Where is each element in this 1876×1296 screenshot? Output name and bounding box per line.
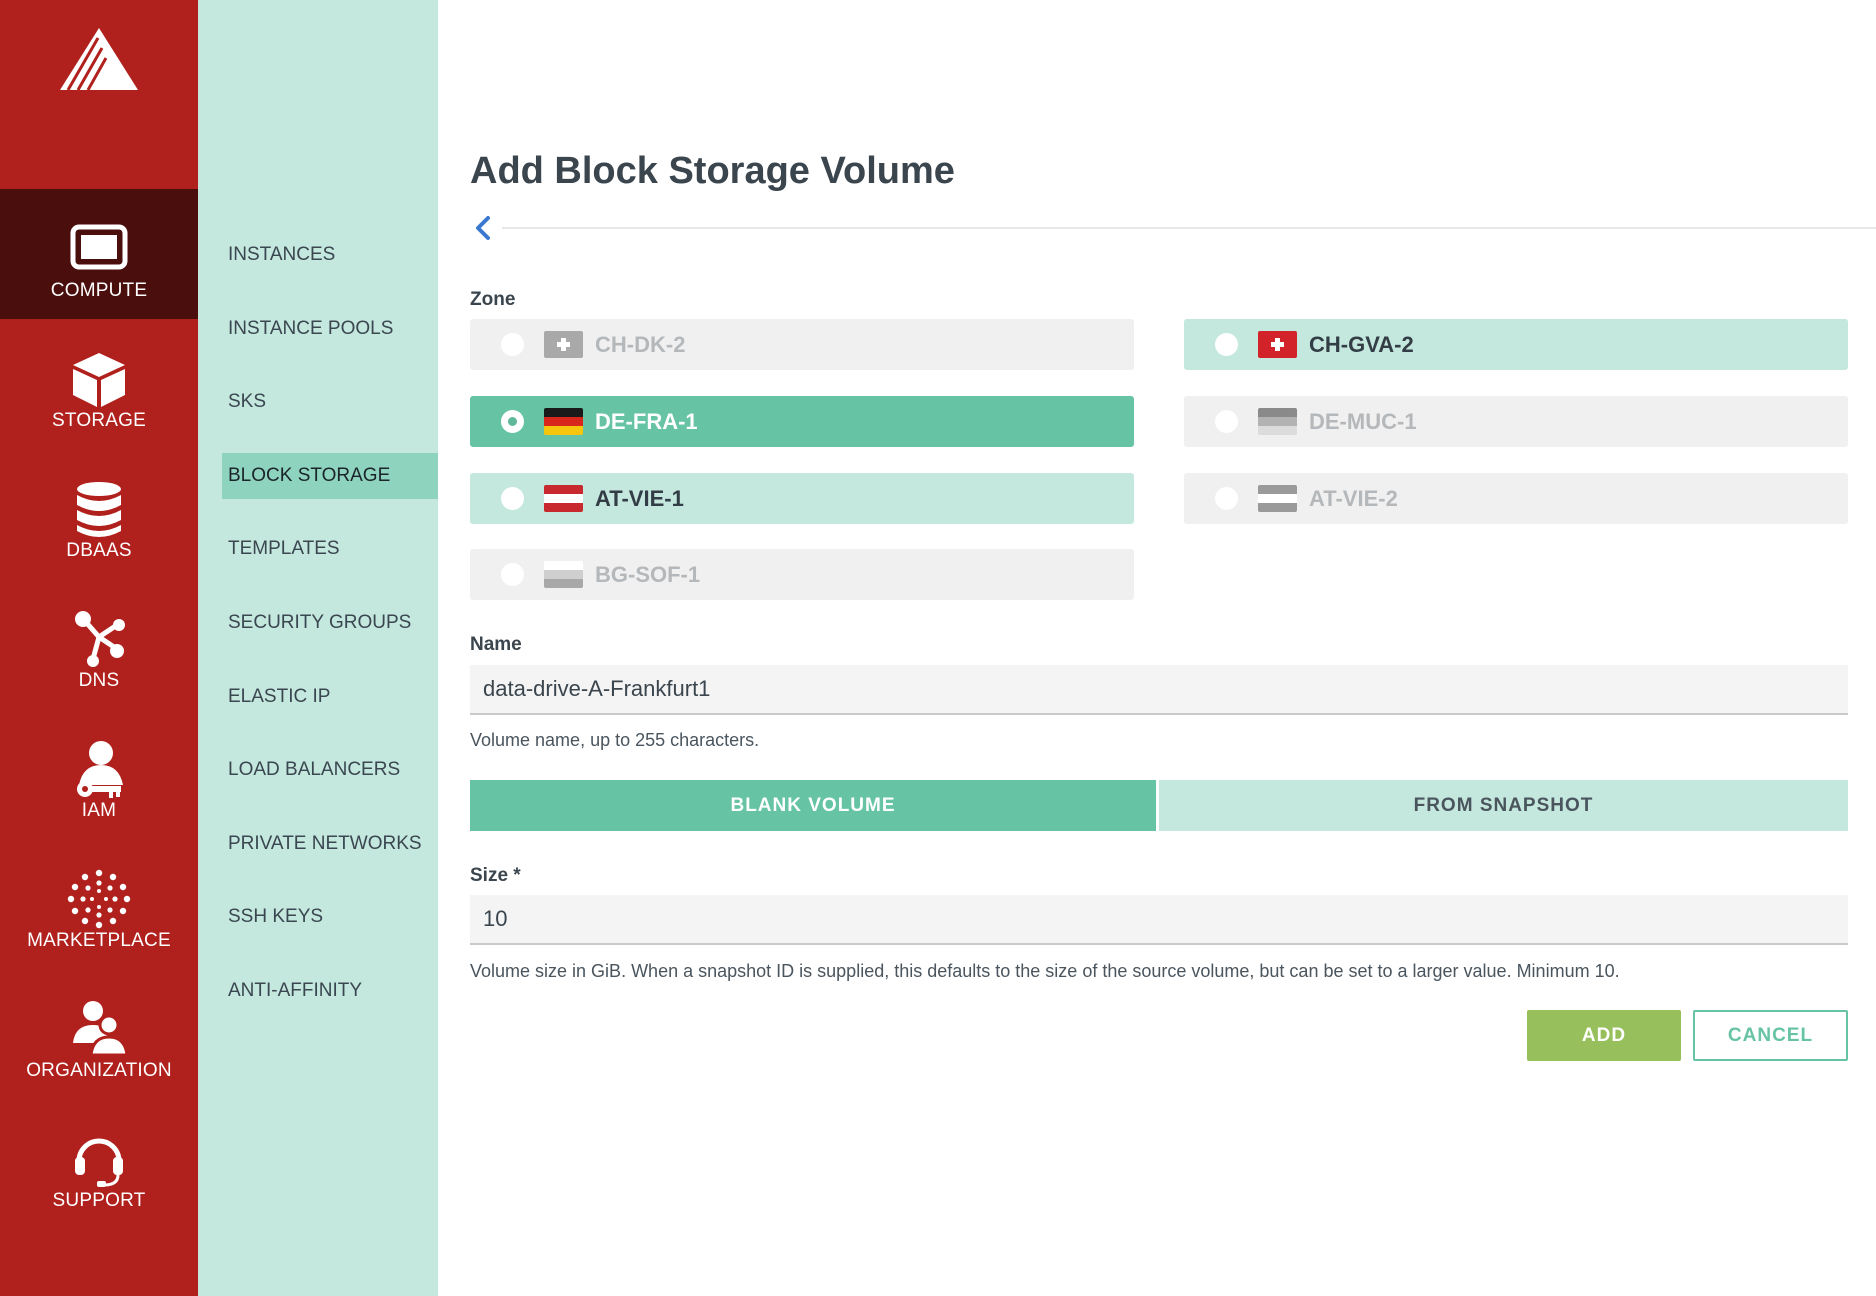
zone-option-at-vie-2: AT-VIE-2 (1184, 473, 1848, 524)
zone-radio-selected[interactable] (501, 410, 524, 433)
cube-icon (73, 353, 125, 407)
zone-name: BG-SOF-1 (595, 562, 701, 587)
zone-option-ch-gva-2[interactable]: CH-GVA-2 (1184, 319, 1848, 370)
database-icon (77, 482, 121, 537)
name-help-text: Volume name, up to 255 characters. (470, 730, 760, 750)
user-key-icon (77, 741, 123, 798)
rail-item-support[interactable]: SUPPORT (0, 1099, 198, 1229)
rail-item-label: STORAGE (52, 410, 146, 431)
swiss-flag-icon (544, 331, 583, 358)
rail-item-label: DBAAS (66, 540, 132, 561)
zone-option-de-muc-1: DE-MUC-1 (1184, 396, 1848, 447)
name-label: Name (470, 634, 522, 655)
page-title: Add Block Storage Volume (470, 150, 955, 192)
subnav-item-anti-affinity[interactable]: ANTI-AFFINITY (222, 968, 438, 1014)
rail-item-dns[interactable]: DNS (0, 579, 198, 709)
zone-option-at-vie-1[interactable]: AT-VIE-1 (470, 473, 1134, 524)
zone-name: DE-FRA-1 (595, 409, 698, 434)
name-input[interactable] (470, 665, 1848, 715)
users-icon (73, 1001, 129, 1057)
bulgarian-flag-icon (544, 561, 583, 588)
zone-radio (1215, 410, 1238, 433)
exoscale-logo[interactable] (58, 26, 140, 92)
monitor-icon (70, 224, 128, 270)
main-nav-rail: COMPUTE STORAGE DBAAS DNS IAM MARKETPLAC… (0, 0, 198, 1296)
german-flag-icon (1258, 408, 1297, 435)
title-divider (502, 227, 1876, 229)
swiss-flag-icon (1258, 331, 1297, 358)
rail-item-label: IAM (81, 800, 117, 821)
subnav-item-templates[interactable]: TEMPLATES (222, 526, 438, 572)
dots-burst-icon (67, 869, 131, 929)
zone-name: AT-VIE-1 (595, 486, 684, 511)
zone-name: AT-VIE-2 (1309, 486, 1398, 511)
subnav-item-instance-pools[interactable]: INSTANCE POOLS (222, 306, 438, 352)
zone-name: CH-GVA-2 (1309, 332, 1414, 357)
size-label: Size * (470, 865, 521, 886)
zone-radio[interactable] (501, 487, 524, 510)
zone-name: CH-DK-2 (595, 332, 686, 357)
subnav-item-instances[interactable]: INSTANCES (222, 232, 438, 278)
zone-label: Zone (470, 289, 516, 310)
zone-radio (501, 563, 524, 586)
tab-from-snapshot[interactable]: FROM SNAPSHOT (1159, 780, 1848, 831)
rail-item-dbaas[interactable]: DBAAS (0, 449, 198, 579)
chevron-left-icon[interactable] (472, 214, 494, 242)
zone-name: DE-MUC-1 (1309, 409, 1417, 434)
subnav-item-elastic-ip[interactable]: ELASTIC IP (222, 674, 438, 720)
subnav-item-private-networks[interactable]: PRIVATE NETWORKS (222, 821, 438, 867)
rail-item-iam[interactable]: IAM (0, 709, 198, 839)
german-flag-icon (544, 408, 583, 435)
add-button[interactable]: ADD (1527, 1010, 1681, 1061)
rail-item-storage[interactable]: STORAGE (0, 319, 198, 449)
rail-item-label: SUPPORT (52, 1190, 146, 1211)
austrian-flag-icon (544, 485, 583, 512)
rail-item-organization[interactable]: ORGANIZATION (0, 969, 198, 1099)
rail-item-label: ORGANIZATION (26, 1060, 172, 1081)
size-input[interactable] (470, 895, 1848, 945)
headset-icon (75, 1138, 123, 1187)
rail-item-compute[interactable]: COMPUTE (0, 189, 198, 319)
subnav-item-load-balancers[interactable]: LOAD BALANCERS (222, 747, 438, 793)
rail-item-label: COMPUTE (50, 280, 148, 301)
zone-option-ch-dk-2: CH-DK-2 (470, 319, 1134, 370)
subnav-item-block-storage[interactable]: BLOCK STORAGE (222, 453, 438, 499)
rail-item-label: MARKETPLACE (27, 930, 171, 951)
subnav-item-security-groups[interactable]: SECURITY GROUPS (222, 600, 438, 646)
zone-option-bg-sof-1: BG-SOF-1 (470, 549, 1134, 600)
cancel-button[interactable]: CANCEL (1693, 1010, 1848, 1061)
austrian-flag-icon (1258, 485, 1297, 512)
zone-option-de-fra-1[interactable]: DE-FRA-1 (470, 396, 1134, 447)
zone-radio[interactable] (1215, 333, 1238, 356)
rail-item-label: DNS (78, 670, 120, 691)
size-help-text: Volume size in GiB. When a snapshot ID i… (470, 961, 1620, 981)
share-nodes-icon (75, 611, 125, 667)
rail-item-marketplace[interactable]: MARKETPLACE (0, 839, 198, 969)
compute-subnav: INSTANCES INSTANCE POOLS SKS BLOCK STORA… (198, 0, 438, 1296)
tab-blank-volume[interactable]: BLANK VOLUME (470, 780, 1156, 831)
zone-radio (501, 333, 524, 356)
subnav-item-sks[interactable]: SKS (222, 379, 438, 425)
zone-radio (1215, 487, 1238, 510)
subnav-item-ssh-keys[interactable]: SSH KEYS (222, 894, 438, 940)
